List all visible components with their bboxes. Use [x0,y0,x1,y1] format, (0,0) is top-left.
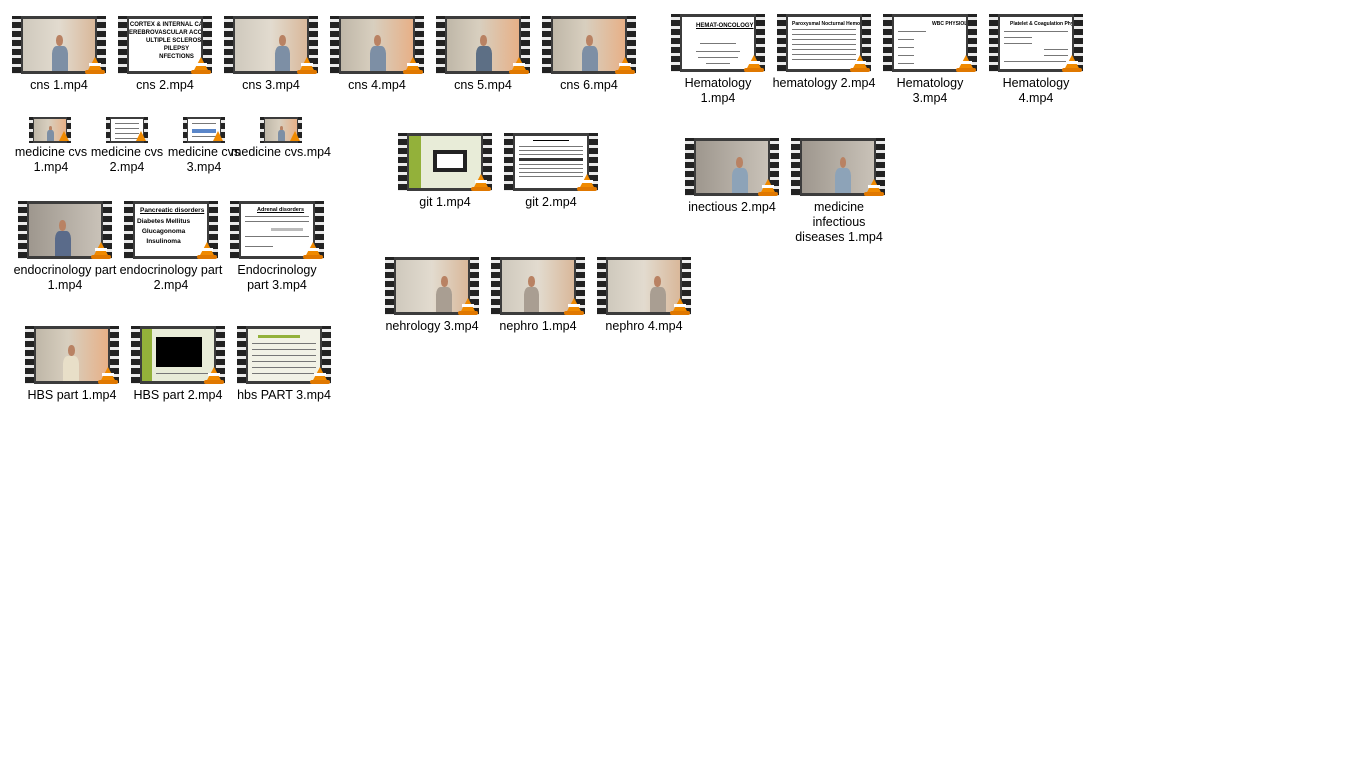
video-thumbnail [18,201,112,259]
vlc-cone-icon [403,57,423,74]
file-label: cns 6.mp4 [560,78,618,92]
vlc-cone-icon [197,242,217,259]
file-label: nephro 4.mp4 [605,319,683,333]
file-label: medicine cvs.mp4 [230,145,332,159]
vlc-cone-icon [98,367,118,384]
vlc-cone-icon [290,131,300,141]
video-thumbnail [685,138,779,196]
video-thumbnail [106,117,148,143]
vlc-cone-icon [577,174,597,191]
vlc-cone-icon [956,55,976,72]
file-label: Endocrinology part 3.mp4 [237,263,317,292]
file-label: hbs PART 3.mp4 [237,388,331,402]
video-thumbnail [385,257,479,315]
file-label: nehrology 3.mp4 [385,319,479,333]
vlc-cone-icon [204,367,224,384]
file-label: HBS part 2.mp4 [133,388,223,402]
vlc-cone-icon [850,55,870,72]
file-label: hematology 2.mp4 [772,76,876,90]
file-label: Hematology 4.mp4 [1002,76,1070,105]
vlc-cone-icon [297,57,317,74]
file-label: git 2.mp4 [525,195,577,209]
vlc-cone-icon [1062,55,1082,72]
video-thumbnail [597,257,691,315]
vlc-cone-icon [615,57,635,74]
video-thumbnail: WBC PHYSIOLO [883,14,977,72]
video-thumbnail [491,257,585,315]
video-thumbnail [436,16,530,74]
vlc-cone-icon [303,242,323,259]
video-thumbnail: Platelet & Coagulation Physiology [989,14,1083,72]
vlc-cone-icon [213,131,223,141]
file-label: Hematology 3.mp4 [896,76,964,105]
video-thumbnail [131,326,225,384]
file-label: cns 2.mp4 [136,78,194,92]
video-thumbnail [398,133,492,191]
file-label: cns 3.mp4 [242,78,300,92]
video-thumbnail: Paroxysmal Nocturnal Hemoglobinuria [777,14,871,72]
file-label: endocrinology part 1.mp4 [13,263,117,292]
video-thumbnail [183,117,225,143]
file-label: cns 1.mp4 [30,78,88,92]
vlc-cone-icon [670,298,690,315]
video-thumbnail [29,117,71,143]
vlc-cone-icon [564,298,584,315]
video-thumbnail [542,16,636,74]
vlc-cone-icon [758,179,778,196]
video-thumbnail [12,16,106,74]
file-label: HBS part 1.mp4 [27,388,117,402]
file-label: cns 4.mp4 [348,78,406,92]
vlc-cone-icon [471,174,491,191]
vlc-cone-icon [458,298,478,315]
video-thumbnail: Adrenal disorders [230,201,324,259]
video-thumbnail [330,16,424,74]
file-label: inectious 2.mp4 [688,200,776,214]
file-label: Hematology 1.mp4 [684,76,752,105]
video-thumbnail [504,133,598,191]
video-thumbnail [260,117,302,143]
vlc-cone-icon [85,57,105,74]
vlc-cone-icon [509,57,529,74]
file-label: endocrinology part 2.mp4 [119,263,223,292]
vlc-cone-icon [744,55,764,72]
video-thumbnail [237,326,331,384]
video-thumbnail [25,326,119,384]
video-thumbnail: CORTEX & INTERNAL CAPSULEEREBROVASCULAR … [118,16,212,74]
desktop: { "files": [ {"name": "cns 1.mp4"}, {"na… [0,0,1360,768]
vlc-cone-icon [136,131,146,141]
file-label: medicine infectious diseases 1.mp4 [795,200,883,244]
video-thumbnail: Pancreatic disorders Diabetes Mellitus Gl… [124,201,218,259]
video-thumbnail [791,138,885,196]
file-label: git 1.mp4 [419,195,471,209]
vlc-cone-icon [310,367,330,384]
file-label: cns 5.mp4 [454,78,512,92]
vlc-cone-icon [191,57,211,74]
vlc-cone-icon [59,131,69,141]
video-thumbnail: HEMAT-ONCOLOGY [671,14,765,72]
file-label: nephro 1.mp4 [499,319,577,333]
video-thumbnail [224,16,318,74]
vlc-cone-icon [91,242,111,259]
vlc-cone-icon [864,179,884,196]
